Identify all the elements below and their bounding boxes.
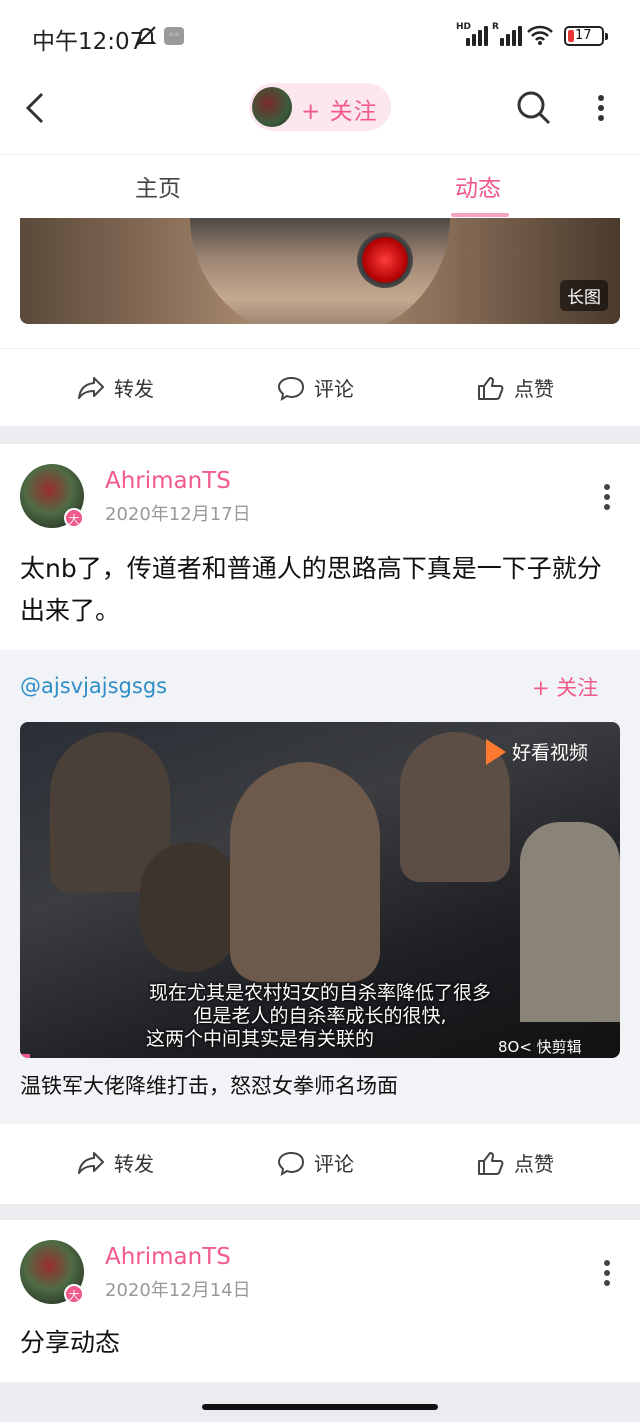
avatar — [252, 87, 292, 127]
wifi-icon — [527, 25, 553, 45]
like-button[interactable]: 点赞 — [476, 373, 554, 402]
haokan-video-logo: 好看视频 — [486, 738, 588, 765]
post-text: 分享动态 — [20, 1328, 121, 1357]
share-button[interactable]: 转发 — [76, 373, 154, 402]
post-date: 2020年12月14日 — [105, 1280, 251, 1301]
level-badge: 大 — [64, 1284, 84, 1304]
status-time: 中午12:07 — [32, 29, 145, 55]
top-nav: + 关注 — [0, 72, 640, 154]
thumbs-up-icon — [478, 376, 504, 400]
mute-bell-icon — [135, 26, 157, 46]
follow-label: + 关注 — [301, 99, 378, 125]
mention-link[interactable]: @ajsvjajsgsgs — [20, 674, 167, 698]
post-actions: 转发 评论 点赞 — [0, 1124, 640, 1204]
level-badge: 大 — [64, 508, 84, 528]
more-options-icon[interactable] — [596, 94, 606, 122]
play-logo-icon — [486, 738, 506, 765]
post-image[interactable]: 长图 — [20, 218, 620, 324]
video-title: 温铁军大佬降维打击，怒怼女拳师名场面 — [20, 1074, 398, 1098]
signal-r-icon: R — [492, 22, 522, 46]
active-tab-indicator — [451, 213, 509, 217]
tab-feed[interactable]: 动态 — [455, 169, 501, 203]
post-card: 大 AhrimanTS 2020年12月17日 太nb了，传道者和普通人的思路高… — [0, 444, 640, 650]
signal-hd-icon: HD — [456, 22, 488, 46]
video-subtitle: 但是老人的自杀率成长的很快, — [193, 1005, 447, 1027]
back-arrow-icon[interactable] — [22, 90, 50, 126]
post-card: 长图 — [0, 218, 640, 348]
post-actions: 转发 评论 点赞 — [0, 348, 640, 426]
comment-icon — [277, 1151, 305, 1176]
search-icon[interactable] — [516, 90, 552, 126]
post-text: 太nb了，传道者和普通人的思路高下真是一下子就分出来了。 — [20, 554, 602, 625]
username[interactable]: AhrimanTS — [105, 1244, 231, 1270]
post-date: 2020年12月17日 — [105, 504, 251, 525]
like-button[interactable]: 点赞 — [476, 1148, 554, 1177]
tab-home[interactable]: 主页 — [135, 169, 181, 203]
more-options-icon[interactable] — [602, 484, 612, 510]
share-icon — [78, 376, 104, 399]
follow-button[interactable]: + 关注 — [532, 672, 598, 702]
comment-button[interactable]: 评论 — [276, 373, 354, 402]
profile-tabs: 主页 动态 — [0, 154, 640, 218]
battery-icon: 17 — [564, 26, 608, 46]
comment-button[interactable]: 评论 — [276, 1148, 354, 1177]
reposted-content[interactable]: @ajsvjajsgsgs + 关注 好看视频 现在尤其是农村妇女的自杀率降低了… — [0, 650, 640, 1124]
share-icon — [78, 1151, 104, 1174]
thumbs-up-icon — [478, 1151, 504, 1175]
more-options-icon[interactable] — [602, 1260, 612, 1286]
long-image-badge: 长图 — [560, 280, 608, 311]
username[interactable]: AhrimanTS — [105, 468, 231, 494]
video-player[interactable]: 好看视频 现在尤其是农村妇女的自杀率降低了很多 但是老人的自杀率成长的很快, 这… — [20, 722, 620, 1058]
app-notification-icon: ◦◦ — [164, 27, 184, 45]
follow-button[interactable]: + 关注 — [249, 83, 391, 131]
status-bar: 中午12:07 ◦◦ HD R 17 — [0, 0, 640, 72]
post-card: 大 AhrimanTS 2020年12月14日 分享动态 — [0, 1220, 640, 1382]
video-progress — [20, 1054, 30, 1058]
kuaijianji-watermark: 8O< 快剪辑 — [498, 1038, 582, 1056]
share-button[interactable]: 转发 — [76, 1148, 154, 1177]
video-subtitle: 现在尤其是农村妇女的自杀率降低了很多 — [148, 982, 491, 1004]
comment-icon — [277, 376, 305, 401]
home-indicator[interactable] — [202, 1404, 438, 1410]
